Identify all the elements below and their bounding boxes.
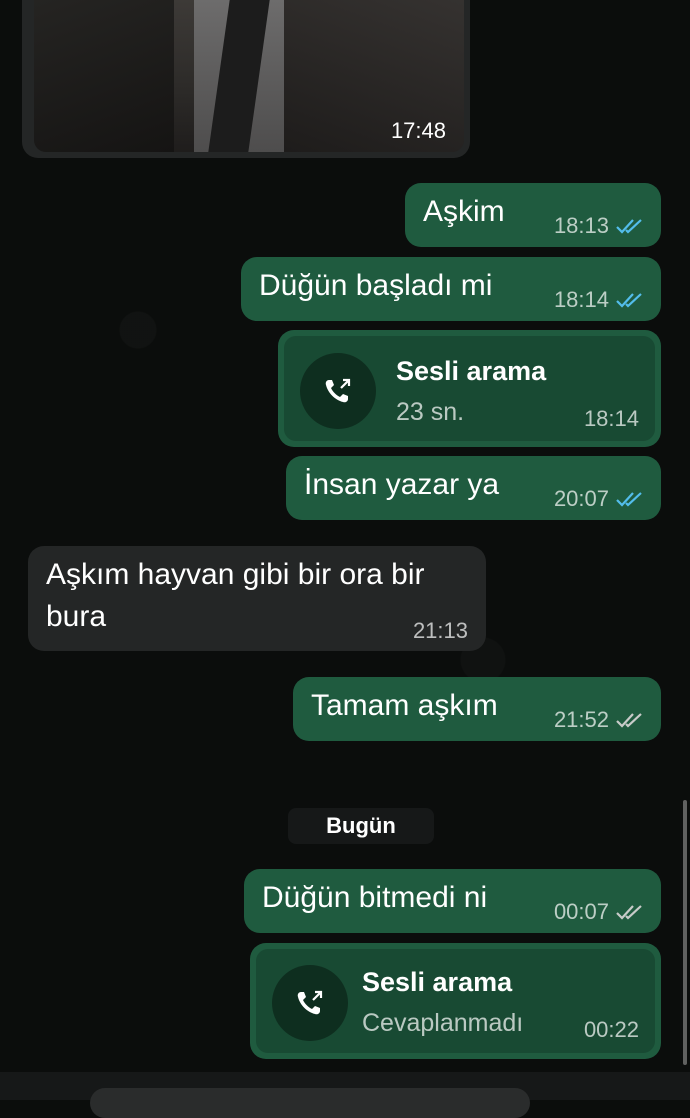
delivered-receipt-icon [615, 903, 645, 921]
outgoing-message[interactable]: Aşkim 18:13 [405, 183, 661, 247]
message-time: 18:14 [553, 287, 609, 312]
message-text: Tamam aşkım [311, 689, 498, 722]
message-text: Düğün bitmedi ni [262, 881, 488, 914]
scrollbar[interactable] [683, 800, 687, 1065]
message-input[interactable] [90, 1088, 530, 1118]
message-text: Düğün başladı mi [259, 269, 493, 302]
outgoing-call-icon [300, 353, 376, 429]
call-title: Sesli arama [362, 967, 513, 997]
call-card[interactable]: Sesli arama Cevaplanmadı 00:22 [256, 949, 655, 1053]
call-duration: 23 sn. [396, 398, 465, 426]
message-time: 00:07 [553, 899, 609, 924]
read-receipt-icon [615, 217, 645, 235]
call-title: Sesli arama [396, 356, 547, 386]
outgoing-message[interactable]: Düğün bitmedi ni 00:07 [244, 869, 661, 933]
call-status: Cevaplanmadı [362, 1009, 524, 1037]
message-meta: 20:07 [554, 486, 645, 512]
date-label: Bugün [326, 813, 396, 838]
message-time: 20:07 [553, 486, 609, 511]
outgoing-call-message[interactable]: Sesli arama 23 sn. 18:14 [278, 330, 661, 447]
message-time: 18:13 [553, 213, 609, 238]
photo-image[interactable]: 17:48 [34, 0, 464, 152]
message-time: 21:13 [412, 618, 468, 643]
message-text-line1: Aşkım hayvan gibi bir ora bir [46, 558, 425, 591]
outgoing-message[interactable]: Düğün başladı mi 18:14 [241, 257, 661, 321]
message-time: 18:14 [583, 406, 639, 431]
outgoing-message[interactable]: Tamam aşkım 21:52 [293, 677, 661, 741]
message-meta: 00:07 [554, 899, 645, 925]
message-text: İnsan yazar ya [304, 468, 500, 501]
message-meta: 18:13 [554, 213, 645, 239]
photo-suit-left [34, 0, 174, 152]
message-text: Aşkim [423, 195, 505, 228]
outgoing-message[interactable]: İnsan yazar ya 20:07 [286, 456, 661, 520]
read-receipt-icon [615, 490, 645, 508]
call-card[interactable]: Sesli arama 23 sn. 18:14 [284, 336, 655, 441]
message-time: 00:22 [583, 1017, 639, 1042]
outgoing-call-message[interactable]: Sesli arama Cevaplanmadı 00:22 [250, 943, 661, 1059]
incoming-message[interactable]: Aşkım hayvan gibi bir ora bir bura 21:13 [28, 546, 486, 651]
message-meta: 21:52 [554, 707, 645, 733]
message-time: 17:48 [390, 118, 446, 143]
message-meta: 18:14 [554, 287, 645, 313]
outgoing-call-icon [272, 965, 348, 1041]
read-receipt-icon [615, 291, 645, 309]
message-text-line2: bura [46, 600, 107, 633]
date-separator: Bugün [288, 808, 434, 844]
delivered-receipt-icon [615, 711, 645, 729]
message-time: 21:52 [553, 707, 609, 732]
